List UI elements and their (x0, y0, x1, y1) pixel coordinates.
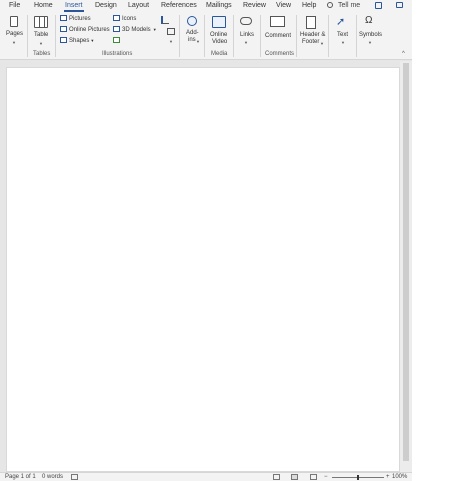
scrollbar-thumb[interactable] (403, 63, 409, 461)
screenshot-icon[interactable] (167, 28, 175, 35)
picture-icon (60, 15, 67, 21)
shapes-icon (60, 37, 67, 43)
read-mode-icon[interactable] (273, 474, 280, 480)
group-divider (233, 15, 234, 57)
web-layout-icon[interactable] (310, 474, 317, 480)
tab-file[interactable]: File (9, 0, 20, 12)
chevron-down-icon: ▼ (90, 38, 95, 43)
comments-pane-icon[interactable] (396, 2, 403, 8)
group-label-media: Media (211, 51, 228, 57)
page-count[interactable]: Page 1 of 1 (5, 474, 36, 481)
zoom-slider-knob[interactable] (357, 475, 359, 480)
chevron-down-icon: ▼ (341, 40, 345, 45)
pictures-label: Pictures (69, 16, 91, 22)
zoom-level[interactable]: 100% (392, 474, 407, 481)
proofing-icon[interactable] (71, 474, 78, 480)
addins-icon (187, 16, 197, 26)
table-label: Table (34, 32, 49, 38)
document-area (0, 61, 412, 472)
tell-me-search[interactable]: Tell me (327, 0, 360, 12)
group-label-tables: Tables (33, 51, 51, 57)
zoom-out-icon[interactable]: − (324, 474, 328, 481)
comment-label: Comment (265, 33, 292, 39)
online-pictures-label: Online Pictures (69, 27, 110, 33)
addins-label-2: ins (188, 37, 196, 43)
group-divider (27, 15, 28, 57)
header-footer-label-2: Footer (302, 39, 320, 45)
ribbon-tabs: File Home Insert Design Layout Reference… (0, 0, 412, 12)
tab-home[interactable]: Home (34, 0, 53, 12)
group-divider (328, 15, 329, 57)
header-footer-label-1: Header & (300, 32, 326, 38)
print-layout-icon[interactable] (291, 474, 298, 480)
online-pictures-button[interactable]: Online Pictures (60, 26, 110, 34)
header-footer-icon (306, 16, 316, 29)
smartart-button[interactable] (113, 37, 122, 45)
tab-review[interactable]: Review (243, 0, 266, 12)
tab-references[interactable]: References (161, 0, 197, 12)
online-picture-icon (60, 26, 67, 32)
links-label: Links (240, 32, 255, 38)
group-label-illustrations: Illustrations (102, 51, 133, 57)
group-divider (204, 15, 205, 57)
tab-view[interactable]: View (276, 0, 291, 12)
chevron-down-icon: ▼ (244, 40, 248, 45)
chevron-down-icon: ▼ (368, 40, 372, 45)
text-box-icon: ➚ (336, 16, 346, 28)
chevron-down-icon: ▼ (196, 39, 200, 44)
chevron-down-icon: ▼ (152, 27, 157, 32)
online-video-label-1: Online (210, 32, 228, 38)
icons-button[interactable]: Icons (113, 15, 136, 23)
omega-icon: Ω (365, 15, 373, 26)
3d-models-button[interactable]: 3D Models ▼ (113, 26, 157, 34)
collapse-ribbon-icon[interactable]: ^ (402, 51, 405, 57)
tab-help[interactable]: Help (302, 0, 316, 12)
addins-label-1: Add- (186, 30, 199, 36)
shapes-label: Shapes (69, 38, 90, 44)
text-label: Text (337, 32, 349, 38)
ribbon-insert: Pages ▼ Table ▼ Tables Pictures Online P… (0, 12, 412, 60)
tab-design[interactable]: Design (95, 0, 117, 12)
tell-me-label: Tell me (338, 2, 361, 9)
group-divider (356, 15, 357, 57)
3d-models-label: 3D Models (122, 27, 151, 33)
chevron-down-icon: ▼ (320, 41, 324, 46)
chevron-down-icon: ▼ (39, 41, 43, 46)
video-icon (212, 16, 226, 28)
page-icon (10, 16, 18, 27)
table-icon (34, 16, 48, 28)
group-divider (260, 15, 261, 57)
shapes-button[interactable]: Shapes▼ (60, 37, 94, 45)
document-page[interactable] (6, 67, 400, 472)
group-divider (296, 15, 297, 57)
search-icon (327, 2, 333, 8)
3d-model-icon (113, 26, 120, 32)
comment-icon (270, 16, 285, 27)
pictures-button[interactable]: Pictures (60, 15, 91, 23)
group-label-comments: Comments (265, 51, 295, 57)
vertical-scrollbar[interactable] (400, 61, 412, 472)
link-icon (240, 17, 252, 25)
tab-mailings[interactable]: Mailings (206, 0, 232, 12)
zoom-in-icon[interactable]: + (386, 474, 390, 481)
share-icon[interactable] (375, 2, 382, 9)
group-divider (179, 15, 180, 57)
pages-label: Pages (6, 31, 24, 37)
blank-region (412, 0, 474, 481)
chevron-down-icon: ▼ (12, 40, 16, 45)
group-divider (55, 15, 56, 57)
icons-icon (113, 15, 120, 21)
chart-icon[interactable] (161, 16, 169, 24)
smartart-icon (113, 37, 120, 43)
online-video-label-2: Video (212, 39, 228, 45)
status-bar: Page 1 of 1 0 words − + 100% (0, 472, 412, 481)
symbols-label: Symbols (359, 32, 383, 38)
chevron-down-icon: ▼ (169, 39, 173, 44)
word-count[interactable]: 0 words (42, 474, 63, 481)
icons-label: Icons (122, 16, 137, 22)
tab-layout[interactable]: Layout (128, 0, 149, 12)
